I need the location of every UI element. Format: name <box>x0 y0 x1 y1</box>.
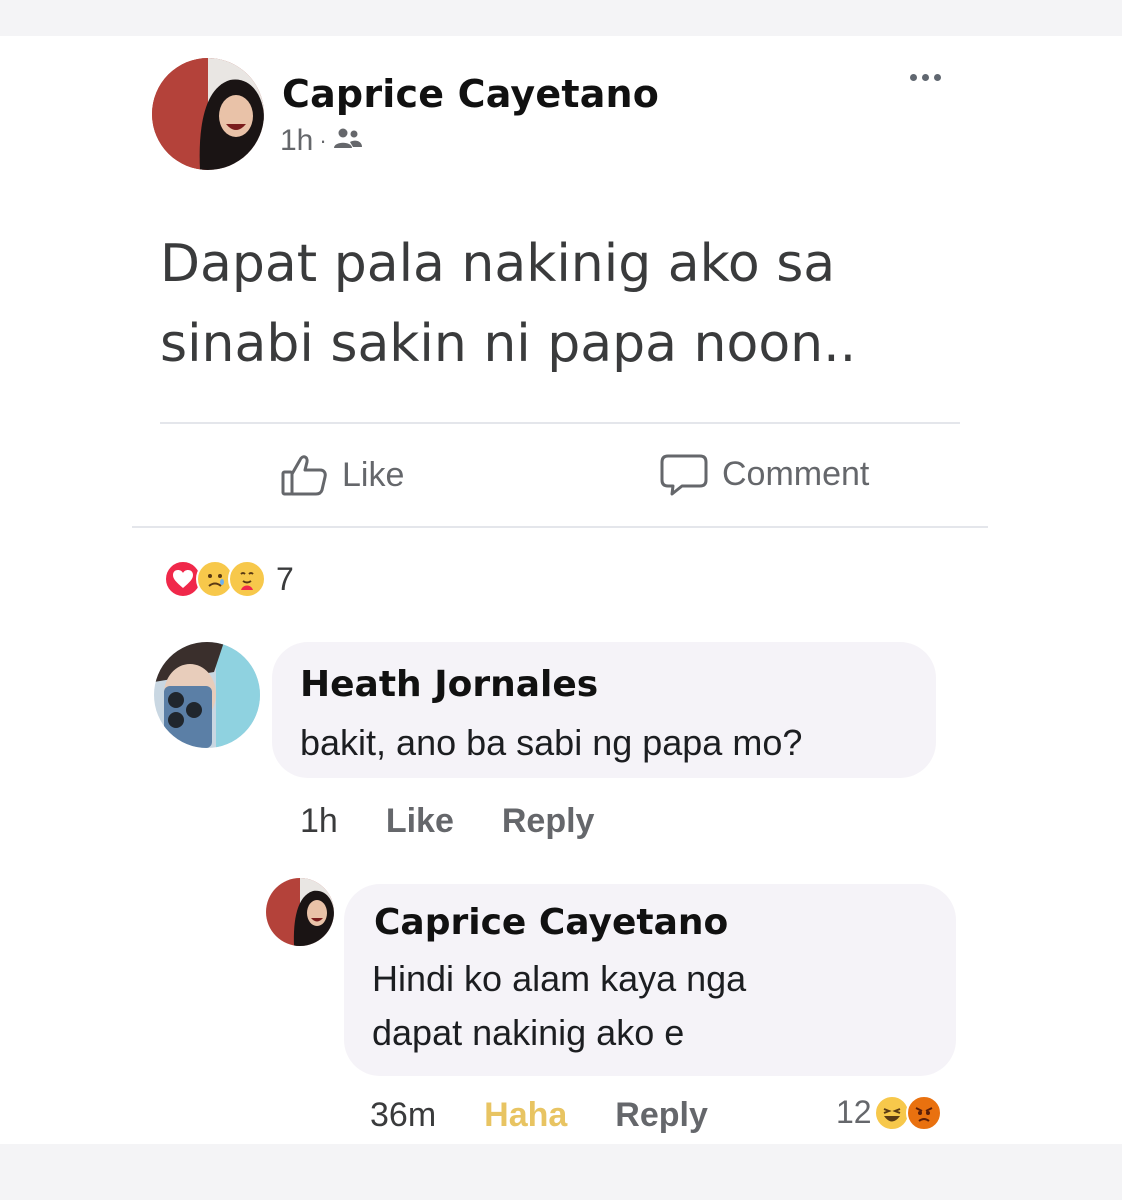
post-text: Dapat pala nakinig ako sa sinabi sakin n… <box>160 224 980 384</box>
comment-button[interactable]: Comment <box>660 452 869 496</box>
comment-author[interactable]: Heath Jornales <box>300 664 598 705</box>
like-button[interactable]: Like <box>280 452 404 498</box>
post-text-line: sinabi sakin ni papa noon.. <box>160 314 857 374</box>
comment-actions: 1h Like Reply <box>300 802 594 841</box>
reply-time[interactable]: 36m <box>370 1096 436 1135</box>
reply-text-line: dapat nakinig ako e <box>372 1012 685 1053</box>
angry-icon <box>905 1094 942 1131</box>
commenter-avatar[interactable] <box>154 642 260 748</box>
thumbs-up-icon <box>280 452 328 498</box>
meta-separator: · <box>319 128 327 153</box>
reply-text: Hindi ko alam kaya nga dapat nakinig ako… <box>372 952 746 1060</box>
post-text-line: Dapat pala nakinig ako sa <box>160 234 836 294</box>
post-author-name[interactable]: Caprice Cayetano <box>282 72 659 116</box>
care-hug-icon <box>228 560 266 598</box>
divider <box>132 526 988 528</box>
comment-reply-button[interactable]: Reply <box>502 802 595 841</box>
friends-icon <box>333 124 363 158</box>
post-time[interactable]: 1h <box>280 124 313 158</box>
reply-reply-button[interactable]: Reply <box>615 1096 708 1135</box>
comment-label: Comment <box>722 454 870 493</box>
comment-time[interactable]: 1h <box>300 802 338 841</box>
reply-reaction-count: 12 <box>836 1094 872 1130</box>
reply-actions: 36m Haha Reply <box>370 1096 708 1135</box>
reactions-summary[interactable]: 7 <box>164 560 294 598</box>
comment-icon <box>660 452 708 496</box>
haha-icon <box>873 1094 910 1131</box>
reply-author-avatar[interactable] <box>266 878 334 946</box>
comment-text: bakit, ano ba sabi ng papa mo? <box>300 722 803 763</box>
reply-text-line: Hindi ko alam kaya nga <box>372 958 747 999</box>
comment-like-button[interactable]: Like <box>386 802 454 841</box>
reply-haha-button[interactable]: Haha <box>484 1096 567 1135</box>
like-label: Like <box>342 455 405 494</box>
more-options-icon[interactable] <box>902 62 948 92</box>
post-author-avatar[interactable] <box>152 58 264 170</box>
divider <box>160 422 960 424</box>
reply-reactions[interactable]: 12 <box>836 1094 942 1131</box>
reactions-count: 7 <box>276 560 294 597</box>
reply-author[interactable]: Caprice Cayetano <box>374 902 728 943</box>
post-meta: 1h · <box>280 124 363 158</box>
